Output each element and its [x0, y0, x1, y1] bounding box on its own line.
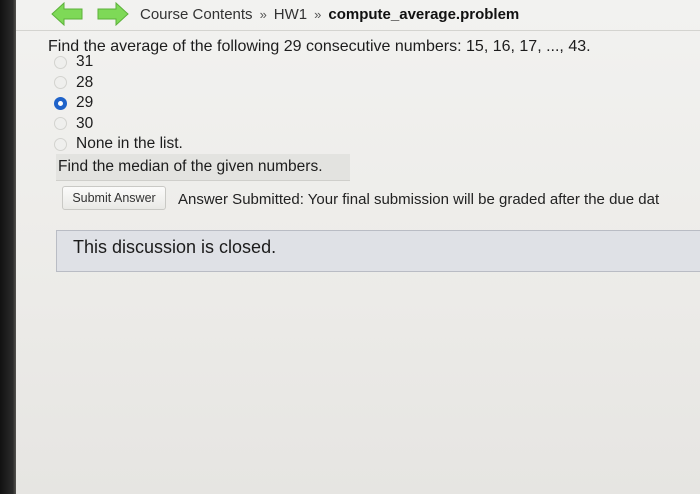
problem-header: Course Contents » HW1 » compute_average.prob… [16, 0, 700, 31]
choice-label: 30 [76, 114, 94, 132]
radio-button[interactable] [54, 117, 67, 131]
followup-question: Find the median of the given numbers. [56, 154, 350, 181]
radio-button[interactable] [54, 76, 67, 90]
discussion-closed-text: This discussion is closed. [73, 237, 277, 257]
choice-label: 29 [76, 94, 94, 112]
problem-page: Course Contents » HW1 » compute_average.prob… [16, 0, 700, 494]
choice-29[interactable]: 29 [54, 93, 183, 114]
radio-button-selected[interactable] [54, 96, 67, 110]
breadcrumb-separator: » [259, 7, 267, 22]
submit-answer-button[interactable]: Submit Answer [62, 186, 166, 210]
forward-arrow-icon[interactable] [96, 2, 130, 26]
radio-button[interactable] [54, 137, 67, 151]
breadcrumb-current-problem: compute_average.problem [328, 6, 520, 23]
left-window-edge [0, 0, 16, 494]
answer-choices: 31 28 29 30 None in the list. [54, 52, 183, 155]
breadcrumb-hw1[interactable]: HW1 [274, 6, 307, 23]
choice-label: None in the list. [76, 135, 183, 153]
choice-30[interactable]: 30 [54, 114, 183, 135]
back-arrow-icon[interactable] [50, 2, 84, 26]
breadcrumb: Course Contents » HW1 » compute_average.prob… [140, 6, 519, 23]
choice-28[interactable]: 28 [54, 73, 183, 94]
choice-none[interactable]: None in the list. [54, 134, 183, 155]
discussion-closed-banner: This discussion is closed. [56, 230, 700, 272]
choice-label: 31 [76, 53, 94, 71]
radio-button[interactable] [54, 55, 67, 69]
choice-31[interactable]: 31 [54, 52, 183, 73]
submission-status: Answer Submitted: Your final submission … [178, 191, 660, 208]
choice-label: 28 [76, 73, 94, 91]
breadcrumb-separator: » [314, 7, 322, 22]
breadcrumb-course-contents[interactable]: Course Contents [140, 6, 253, 23]
